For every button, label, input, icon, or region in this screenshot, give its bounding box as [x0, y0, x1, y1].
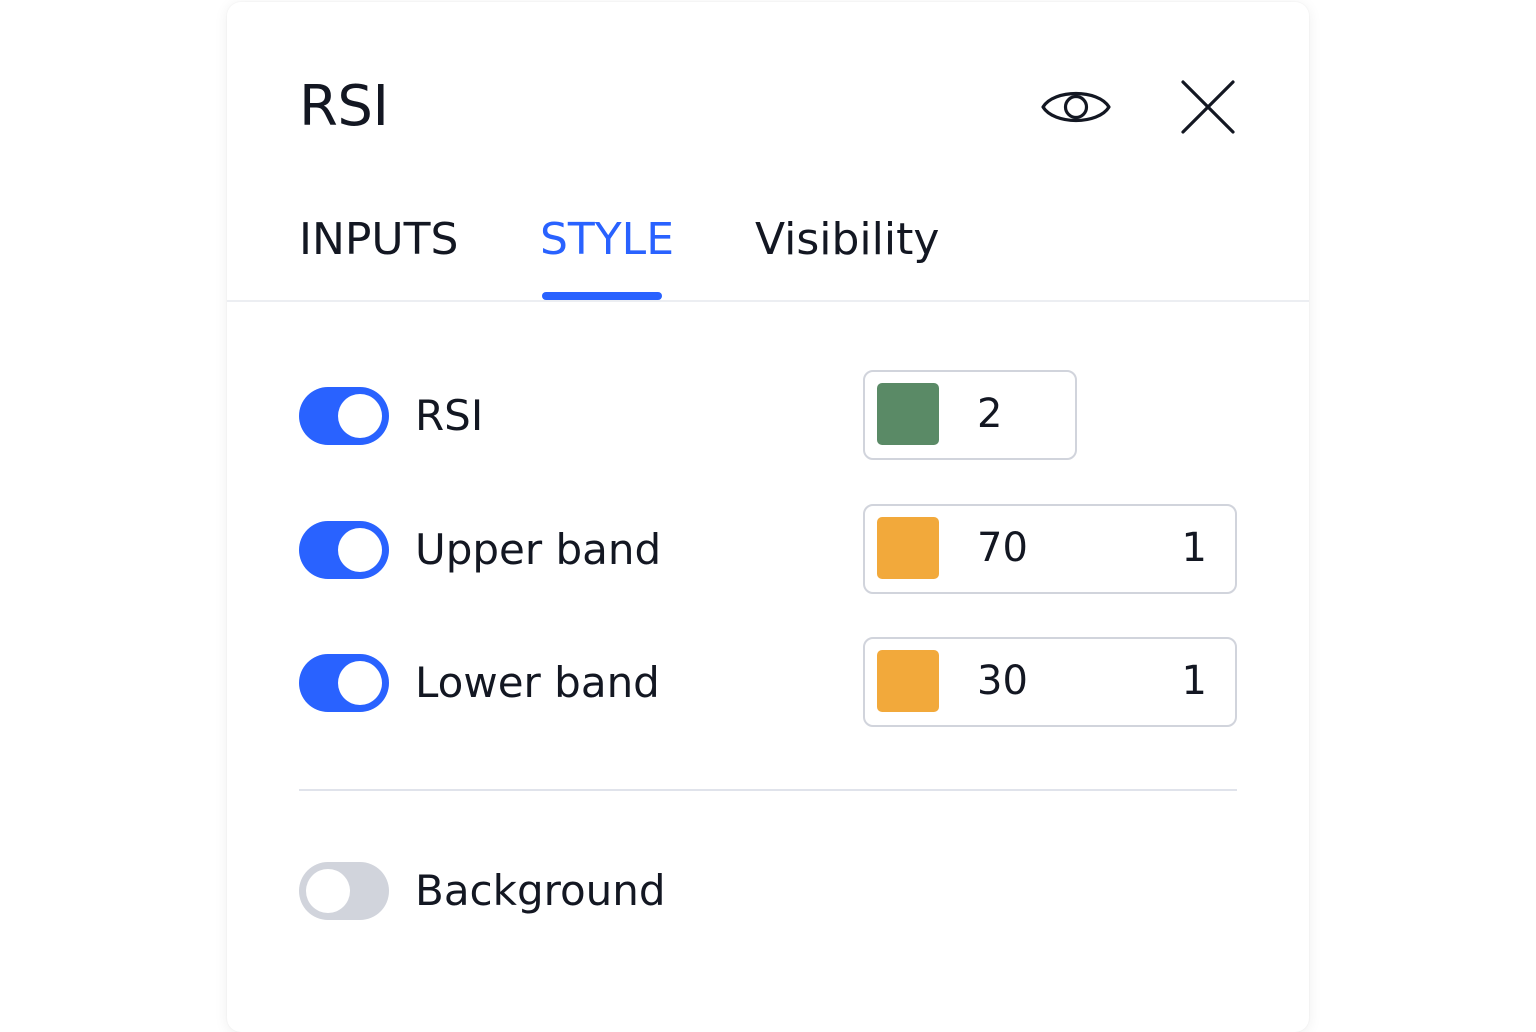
upper-band-color-swatch [877, 517, 939, 579]
indicator-settings-dialog: RSI INPUTS STYLE Visibility RSI 2 Upper … [227, 2, 1309, 1032]
lower-band-level: 30 [977, 658, 1028, 704]
style-row-background: Background [299, 845, 1239, 935]
eye-icon [1041, 91, 1111, 123]
lower-band-style-picker[interactable]: 30 1 [863, 637, 1237, 727]
upper-band-style-picker[interactable]: 70 1 [863, 504, 1237, 594]
close-button[interactable] [1169, 74, 1247, 140]
tab-visibility[interactable]: Visibility [755, 214, 939, 266]
lower-band-line-width: 1 [1181, 658, 1207, 704]
lower-band-color-swatch [877, 650, 939, 712]
tab-bar: INPUTS STYLE Visibility [227, 202, 1309, 302]
section-divider [299, 789, 1237, 791]
upper-band-label: Upper band [415, 525, 662, 574]
active-tab-indicator [542, 292, 662, 300]
toggle-knob [338, 528, 382, 572]
close-icon [1181, 80, 1235, 134]
lower-band-label: Lower band [415, 658, 660, 707]
tab-inputs[interactable]: INPUTS [299, 214, 458, 266]
upper-band-toggle[interactable] [299, 521, 389, 579]
style-row-rsi: RSI 2 [299, 370, 1239, 460]
background-toggle[interactable] [299, 862, 389, 920]
upper-band-level: 70 [977, 525, 1028, 571]
background-label: Background [415, 866, 666, 915]
rsi-toggle[interactable] [299, 387, 389, 445]
rsi-line-value: 2 [977, 391, 1003, 437]
toggle-knob [338, 661, 382, 705]
tab-style[interactable]: STYLE [540, 214, 674, 266]
style-row-lower-band: Lower band 30 1 [299, 637, 1239, 727]
lower-band-toggle[interactable] [299, 654, 389, 712]
rsi-color-swatch [877, 383, 939, 445]
toggle-knob [306, 869, 350, 913]
dialog-title: RSI [299, 74, 389, 139]
style-row-upper-band: Upper band 70 1 [299, 504, 1239, 594]
rsi-label: RSI [415, 391, 484, 440]
toggle-knob [338, 394, 382, 438]
upper-band-line-width: 1 [1181, 525, 1207, 571]
rsi-style-picker[interactable]: 2 [863, 370, 1077, 460]
visibility-toggle-button[interactable] [1037, 74, 1115, 140]
